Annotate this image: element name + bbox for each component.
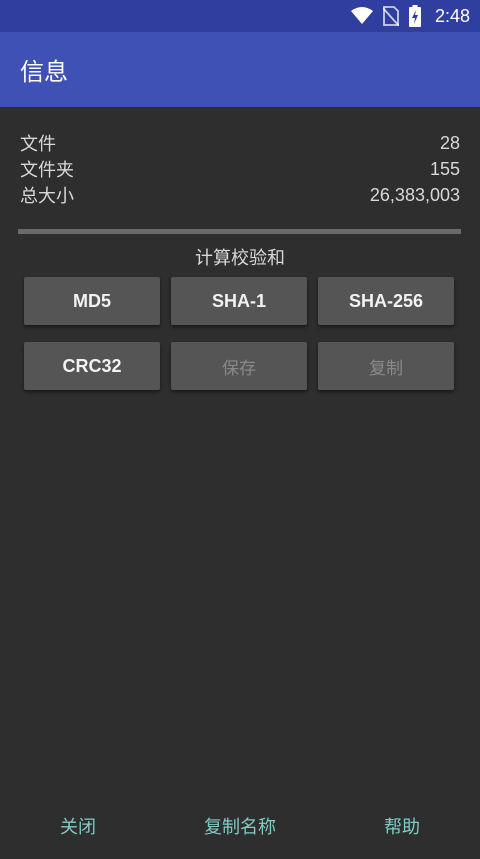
copy-button[interactable]: 复制: [318, 342, 454, 390]
dialog-actions: 关闭 复制名称 帮助: [0, 810, 480, 842]
divider: [18, 229, 461, 234]
page-title: 信息: [20, 58, 68, 86]
sha1-button[interactable]: SHA-1: [171, 277, 307, 325]
info-label: 总大小: [20, 186, 74, 207]
wifi-icon: [350, 7, 373, 25]
no-sim-icon: [382, 6, 399, 26]
info-value: 28: [439, 132, 460, 153]
info-value: 155: [429, 158, 460, 179]
status-time: 2:48: [434, 5, 470, 26]
info-value: 26,383,003: [369, 184, 460, 205]
copy-name-button[interactable]: 复制名称: [190, 810, 290, 842]
info-row-total-size: 总大小 26,383,003: [20, 182, 460, 208]
status-bar: 2:48: [0, 0, 480, 32]
crc32-button[interactable]: CRC32: [24, 342, 160, 390]
battery-charging-icon: [408, 5, 421, 27]
app-bar: 信息: [0, 32, 480, 107]
info-label: 文件夹: [20, 160, 74, 181]
info-list: 文件 28 文件夹 155 总大小 26,383,003: [20, 130, 460, 208]
save-button[interactable]: 保存: [171, 342, 307, 390]
checksum-title: 计算校验和: [195, 248, 285, 269]
md5-button[interactable]: MD5: [24, 277, 160, 325]
help-button[interactable]: 帮助: [362, 810, 442, 842]
info-row-folders: 文件夹 155: [20, 156, 460, 182]
close-button[interactable]: 关闭: [38, 810, 118, 842]
info-label: 文件: [20, 134, 56, 155]
sha256-button[interactable]: SHA-256: [318, 277, 454, 325]
info-row-files: 文件 28: [20, 130, 460, 156]
